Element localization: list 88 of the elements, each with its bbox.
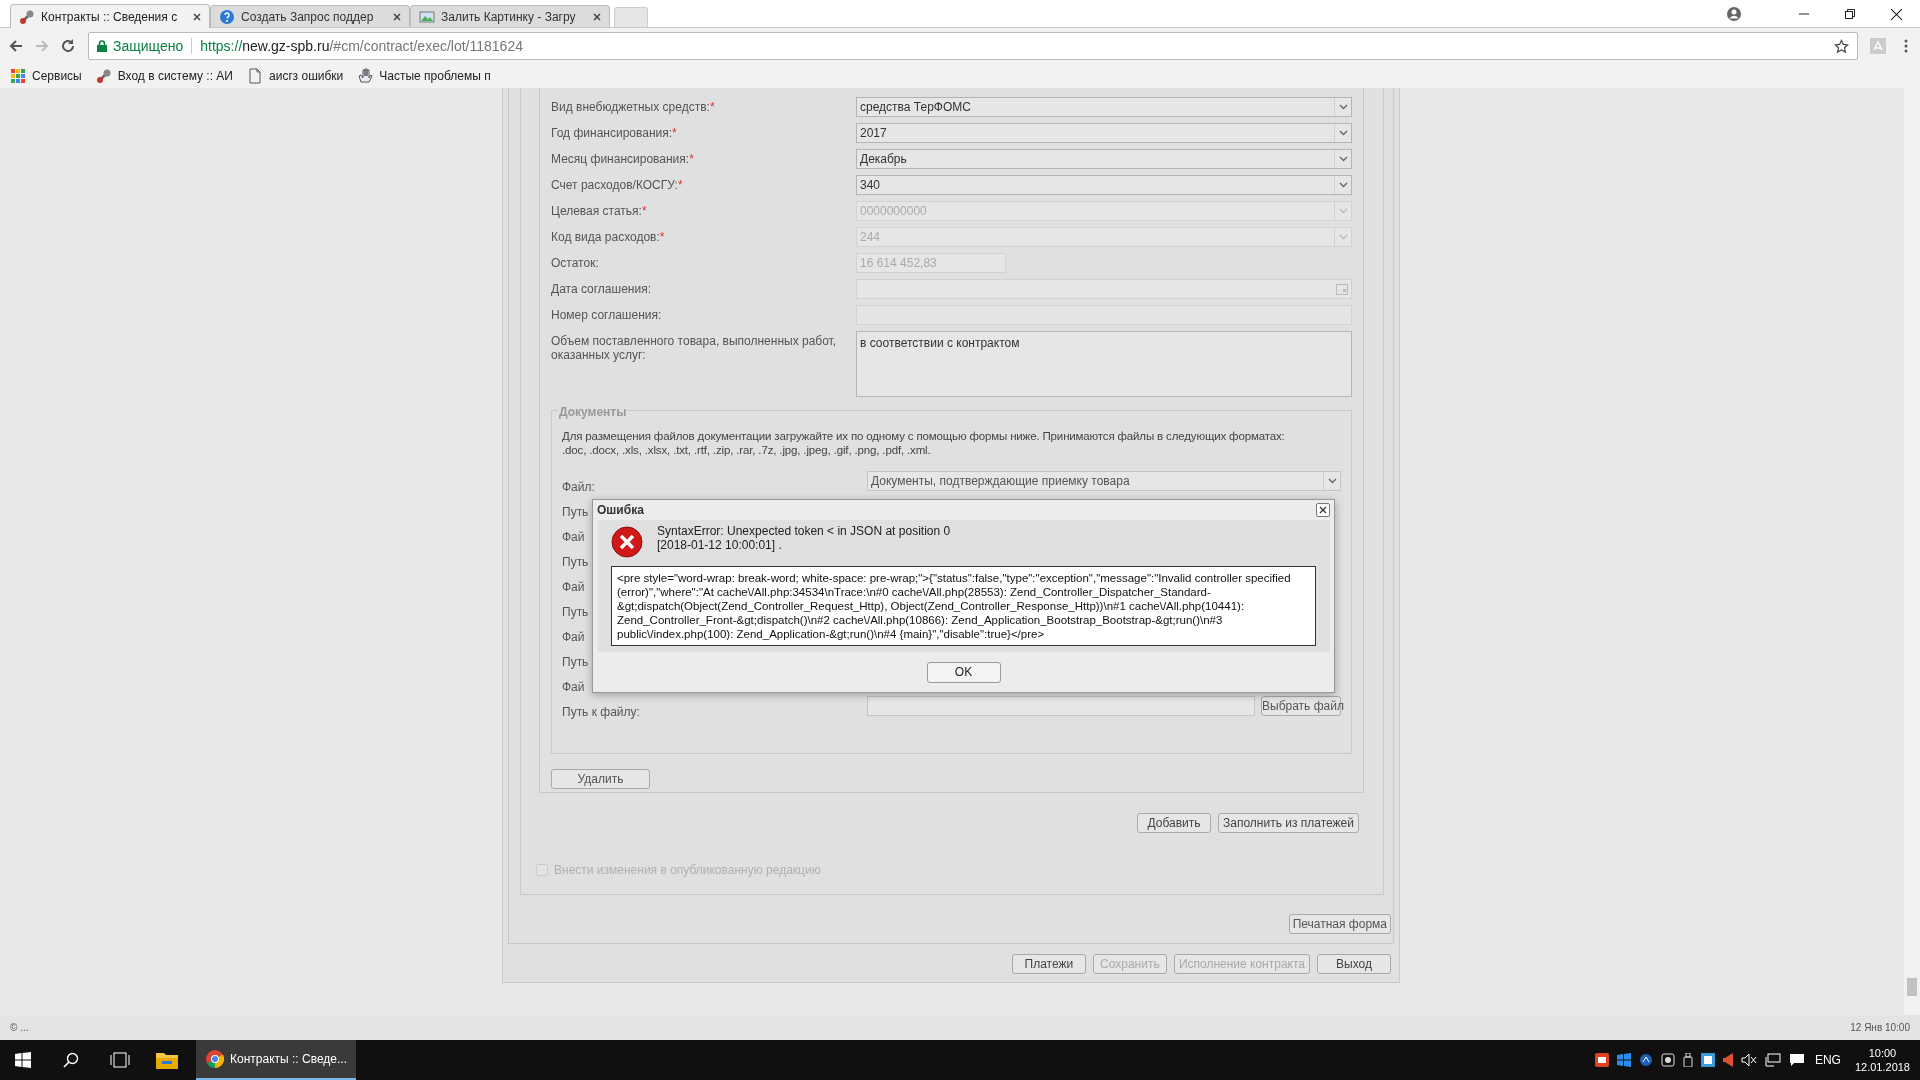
tray-app-icon[interactable] [1700,1053,1715,1067]
reload-icon[interactable] [60,38,76,54]
error-icon [611,526,643,558]
print-form-button[interactable]: Печатная форма [1288,914,1391,934]
action-button[interactable]: Добавить [1137,813,1211,833]
field-label: Фай [562,580,585,594]
image-icon [419,8,435,25]
documents-description: Для размещения файлов документации загружайте их по одному с помощью формы ниже. Принимаются файлы в следующих форматах: .doc, .docx, .xls, .xlsx, .txt, .rtf, .zip, .rar, .7z, .jpg, .jpeg, .gif, .png, .pdf, .xml. [562,429,1286,457]
dropdown-field[interactable]: средства ТерФОМС [856,97,1352,117]
delete-button[interactable]: Удалить [551,769,650,789]
dialog-title: Ошибка [597,502,644,519]
error-timestamp: [2018-01-12 10:00:01] . [657,538,783,552]
field-label: Счет расходов/КОСГУ:* [551,178,684,192]
footer-button[interactable]: Выход [1317,954,1391,974]
field-label: Номер соглашения: [551,308,663,322]
field-label: Путь к файлу: [562,705,640,719]
bookmark[interactable]: Сервисы [10,67,82,85]
apps-icon [10,68,26,84]
field-label: Дата соглашения: [551,282,652,296]
close-icon[interactable] [1891,8,1902,20]
back-icon[interactable] [8,38,24,54]
field-label: Фай [562,680,585,694]
notification-icon[interactable] [1788,1053,1805,1067]
status-text: © ... [10,1021,29,1035]
language-indicator[interactable]: ENG [1814,1051,1841,1069]
help-icon [219,8,235,25]
start-icon[interactable] [15,1052,31,1068]
bookmark[interactable]: Вход в систему :: АИ [95,67,233,85]
field-label: Фай [562,530,585,544]
chrome-icon [206,1050,224,1068]
profile-icon[interactable] [1727,7,1741,21]
text-area[interactable]: в соответствии с контрактом [856,331,1352,397]
file-path-field[interactable] [867,696,1255,716]
star-icon[interactable] [1834,38,1849,54]
url-text: https://new.gz-spb.ru/#cm/contract/exec/lot/1181624 [200,36,523,56]
close-icon[interactable] [193,12,201,21]
status-time: 12 Янв 10:00 [1850,1021,1910,1035]
browser-tab[interactable]: Залить Картинку - Загру [410,5,610,27]
scrollbar-thumb[interactable] [1907,978,1917,996]
dropdown-field[interactable]: Декабрь [856,149,1352,169]
error-details: <pre style="word-wrap: break-word; white-space: pre-wrap;">{"status":false,"type":"exception","message":"Invalid controller specified (error)","where":"At cache\/All.php:34534\nTrace:\n#0 cache\/All.php(28553): Zend_Controller_Dispatcher_Standard-&gt;dispatch(Object(Zend_Controller_Request_Http), Object(Zend_Controller_Response_Http))\n#1 cache\/All.php(10441): Zend_Controller_Front-&gt;dispatch()\n#2 cache\/All.php(10866): Zend_Application_Bootstrap_Bootstrap-&gt;run()\n#3 public\/index.php(100): Zend_Application-&gt;run()\n#4 {main}","disable":true}</pre> [611,566,1316,646]
address-bar[interactable]: Защищено https://new.gz-spb.ru/#cm/contract/exec/lot/1181624 [88,32,1858,60]
field-label: Путь [562,505,589,519]
field-label: Путь [562,555,589,569]
restore-icon[interactable] [1845,9,1855,19]
menu-icon[interactable] [1904,39,1908,53]
speaker-muted-icon[interactable] [1740,1053,1757,1067]
dropdown-field[interactable]: 2017 [856,123,1352,143]
field-label: Объем поставленного товара, выполненных работ, оказанных услуг: [551,334,838,362]
bookmark[interactable]: аисгз ошибки [247,67,344,85]
field-label: Путь [562,605,589,619]
bookmark[interactable]: Частые проблемы п [357,67,491,85]
taskbar-app[interactable]: Контракты :: Сведе... [196,1040,356,1080]
close-button[interactable] [1316,503,1330,517]
field-label: Целевая статья:* [551,204,648,218]
field-label: Остаток: [551,256,600,270]
task-view-icon[interactable] [110,1052,130,1068]
secure-label: Защищено [113,36,184,56]
usb-drive-icon[interactable] [1682,1053,1693,1067]
field-label: Месяц финансирования:* [551,152,695,166]
scrollbar[interactable] [1904,88,1920,1015]
footer-button[interactable]: Платежи [1011,954,1086,974]
tray-app-icon[interactable] [1638,1053,1653,1067]
search-icon[interactable] [63,1052,79,1068]
field-label: Вид внебюджетных средств:* [551,100,716,114]
close-icon[interactable] [593,12,601,21]
dropdown-field[interactable]: 340 [856,175,1352,195]
field-label: Год финансирования:* [551,126,678,140]
tray-app-icon[interactable] [1594,1053,1609,1067]
ok-button[interactable]: OK [926,661,1001,683]
network-icon[interactable] [1764,1053,1781,1067]
field-label: Код вида расходов:* [551,230,666,244]
dropdown-field[interactable]: Документы, подтверждающие приемку товара [867,471,1341,491]
clock[interactable]: 10:00 12.01.2018 [1854,1046,1910,1074]
lock-icon [97,40,107,52]
windows-icon[interactable] [1616,1053,1631,1067]
browser-tab[interactable]: Создать Запрос поддер [210,5,410,27]
action-button[interactable]: Заполнить из платежей [1218,813,1359,833]
browser-tab[interactable]: Контракты :: Сведения с [10,4,210,28]
error-message: SyntaxError: Unexpected token < in JSON at position 0 [657,524,951,538]
field-label: Файл: [562,480,595,494]
field-label: Путь [562,655,589,669]
field-label: Фай [562,630,585,644]
folder-icon[interactable] [156,1051,178,1069]
close-icon[interactable] [393,12,401,21]
close-icon [1319,506,1327,514]
tray-app-icon[interactable] [1660,1053,1675,1067]
page-icon [247,68,263,84]
